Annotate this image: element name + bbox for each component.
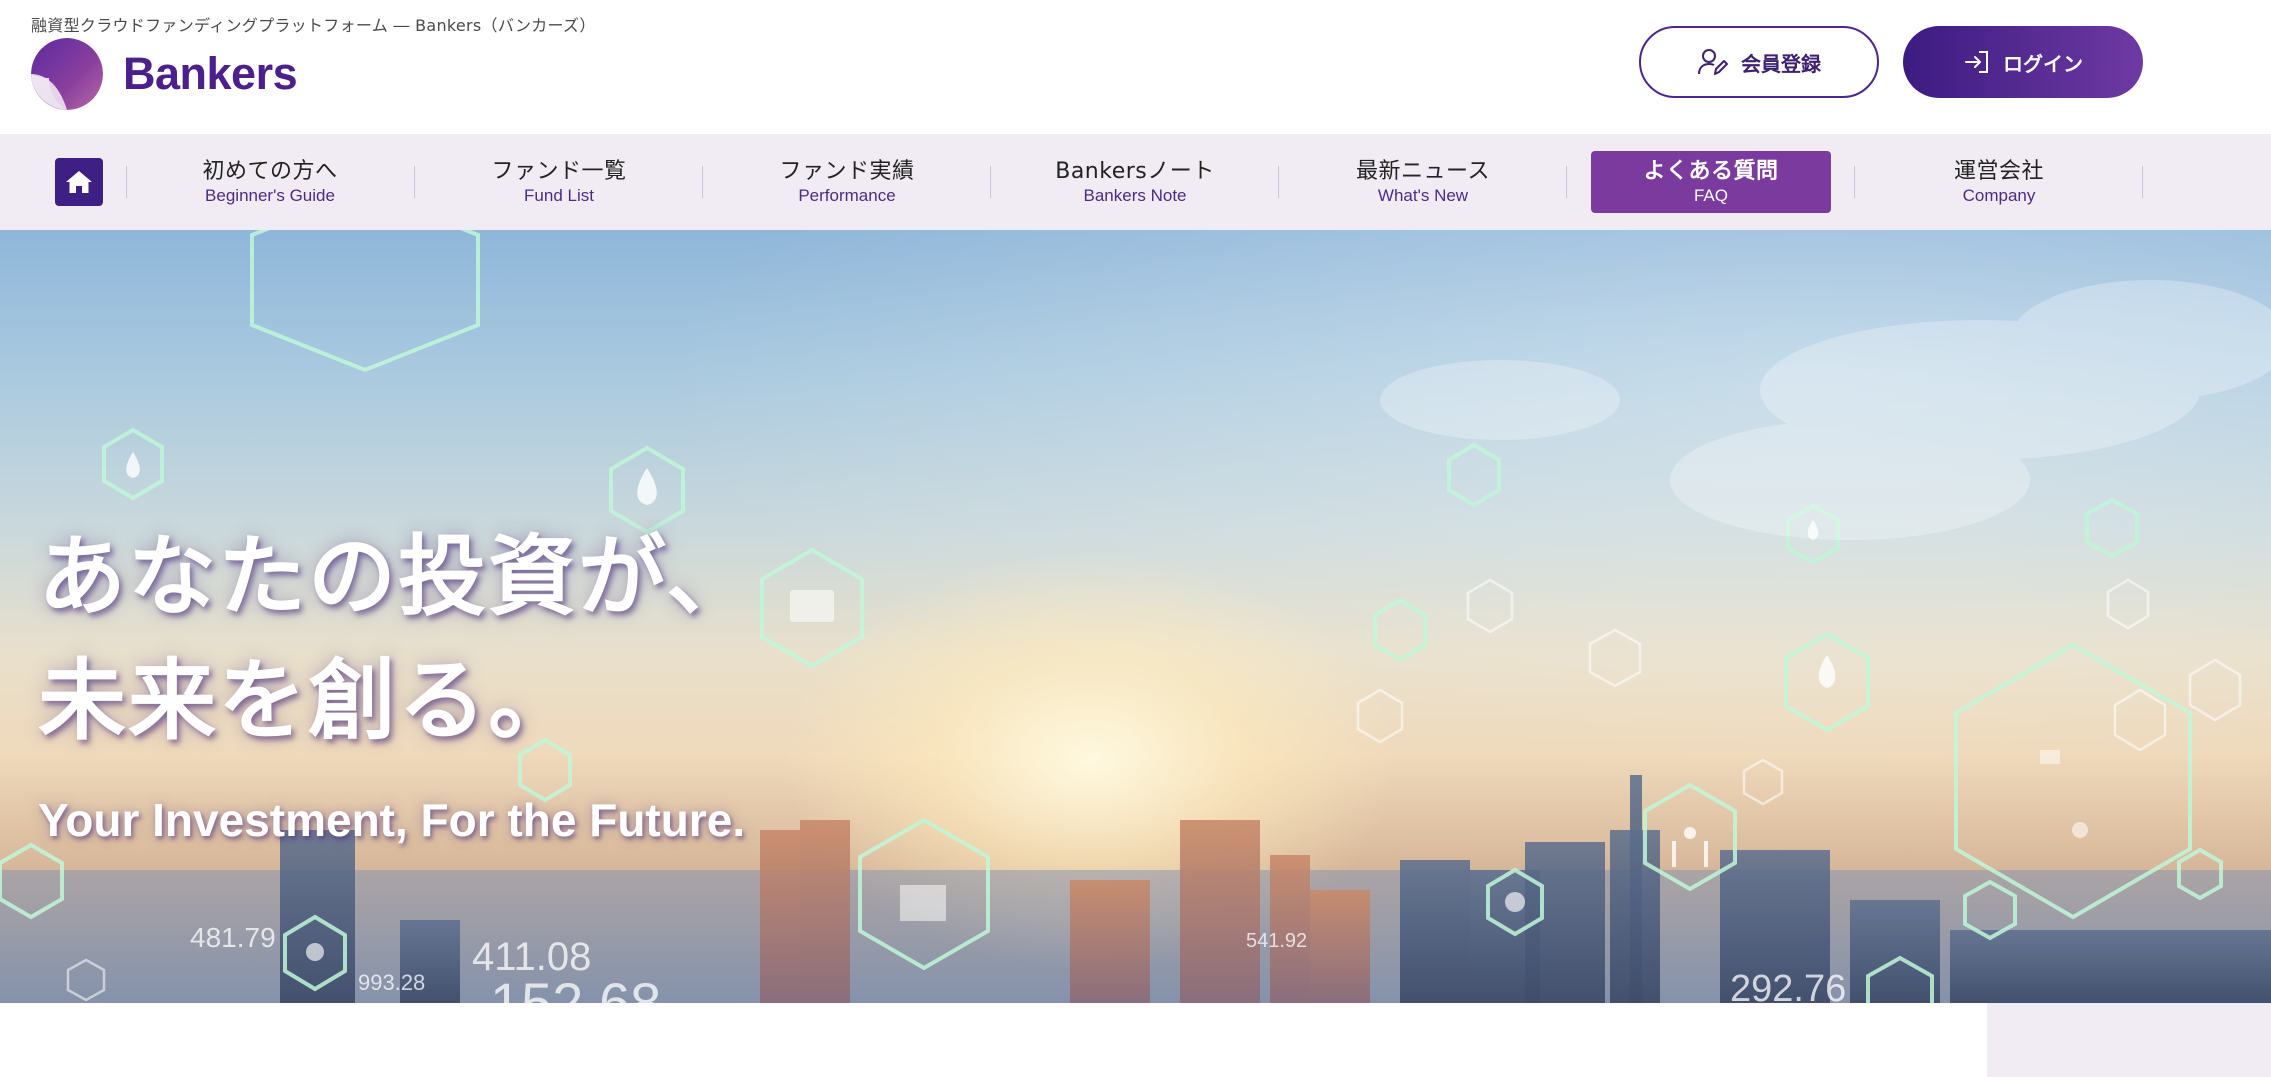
nav-item-en-label: Company [1962, 186, 2036, 205]
ticker-number: 152.68 [490, 971, 662, 1003]
ticker-number: 481.79 [190, 922, 276, 953]
home-icon [66, 171, 92, 193]
corner-panel [1987, 1003, 2271, 1077]
nav-item-beginners-guide[interactable]: 初めての方へ Beginner's Guide [150, 151, 390, 213]
nav-item-en-label: FAQ [1693, 186, 1728, 205]
site-tagline: 融資型クラウドファンディングプラットフォーム ― Bankers（バンカーズ） [31, 16, 596, 35]
logo-mark-icon [31, 38, 103, 110]
nav-divider [1566, 166, 1567, 198]
nav-item-en-label: Beginner's Guide [205, 186, 335, 205]
nav-divider [1278, 166, 1279, 198]
nav-item-whats-new[interactable]: 最新ニュース What's New [1303, 151, 1543, 213]
nav-item-jp-label: 運営会社 [1953, 159, 2044, 184]
nav-divider [1854, 166, 1855, 198]
site-logo[interactable]: Bankers [31, 38, 298, 110]
nav-divider [990, 166, 991, 198]
nav-divider [414, 166, 415, 198]
register-button[interactable]: 会員登録 [1639, 26, 1879, 98]
register-label: 会員登録 [1741, 51, 1821, 76]
nav-divider [126, 166, 127, 198]
main-nav: 初めての方へ Beginner's Guide ファンド一覧 Fund List… [0, 134, 2271, 230]
nav-item-jp-label: 初めての方へ [202, 159, 338, 184]
nav-item-jp-label: Bankersノート [1055, 159, 1215, 184]
login-button[interactable]: ログイン [1903, 26, 2143, 98]
hero-title-line2: 未来を創る。 [38, 649, 579, 752]
nav-item-jp-label: よくある質問 [1643, 159, 1779, 184]
nav-item-performance[interactable]: ファンド実績 Performance [727, 151, 967, 213]
hero-banner: 481.79 993.28 411.08 152.68 292.76 541.9… [0, 230, 2271, 1003]
nav-divider [702, 166, 703, 198]
hero-subtitle: Your Investment, For the Future. [38, 794, 746, 846]
nav-item-en-label: Performance [798, 186, 896, 205]
nav-divider [2142, 166, 2143, 198]
ticker-number: 993.28 [358, 970, 426, 995]
hero-title: あなたの投資が、 未来を創る。 [38, 515, 756, 763]
sign-in-icon [1965, 51, 1988, 73]
nav-item-fund-list[interactable]: ファンド一覧 Fund List [439, 151, 679, 213]
login-label: ログイン [2003, 51, 2083, 76]
nav-item-jp-label: ファンド一覧 [491, 159, 627, 184]
ticker-number: 292.76 [1730, 968, 1847, 1003]
nav-item-jp-label: ファンド実績 [779, 159, 915, 184]
ticker-number: 541.92 [1246, 930, 1308, 952]
nav-home-button[interactable] [55, 158, 103, 206]
nav-item-en-label: Bankers Note [1083, 186, 1187, 205]
nav-item-en-label: What's New [1377, 186, 1469, 205]
nav-item-company[interactable]: 運営会社 Company [1879, 151, 2119, 213]
nav-item-bankers-note[interactable]: Bankersノート Bankers Note [1015, 151, 1255, 213]
hero-title-line1: あなたの投資が、 [38, 525, 757, 628]
user-edit-icon [1698, 49, 1728, 75]
nav-item-faq[interactable]: よくある質問 FAQ [1591, 151, 1831, 213]
nav-item-en-label: Fund List [524, 186, 594, 205]
logo-text: Bankers [123, 48, 298, 99]
nav-item-jp-label: 最新ニュース [1356, 159, 1490, 184]
site-header: 融資型クラウドファンディングプラットフォーム ― Bankers（バンカーズ） [0, 0, 2271, 134]
